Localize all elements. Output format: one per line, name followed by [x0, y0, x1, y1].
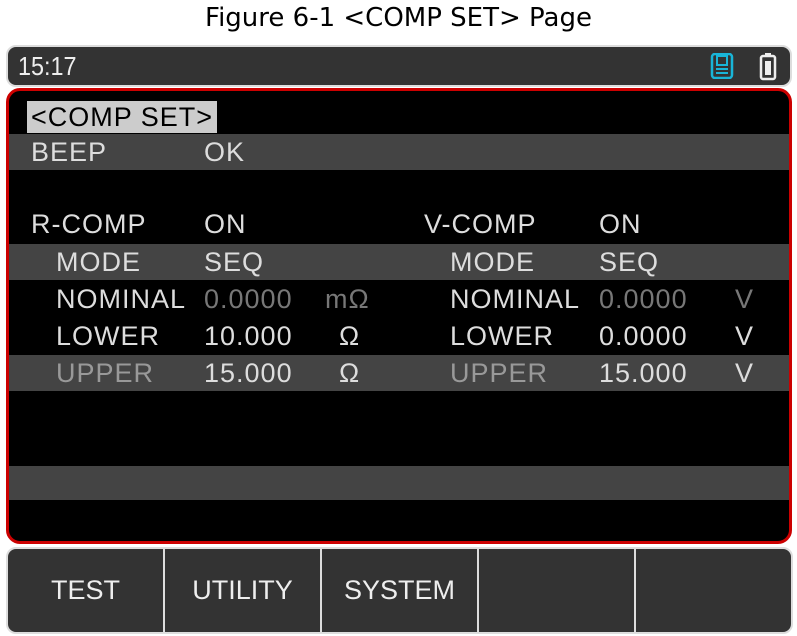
r-mode-label: MODE: [56, 247, 141, 277]
r-nominal-unit: mΩ: [325, 284, 370, 314]
v-lower-label: LOWER: [450, 321, 555, 351]
mode-row[interactable]: MODE SEQ MODE SEQ: [9, 244, 789, 280]
v-nominal-value[interactable]: 0.0000: [599, 283, 688, 315]
r-lower-label: LOWER: [56, 321, 161, 351]
v-lower-value[interactable]: 0.0000: [599, 320, 688, 352]
r-upper-label: UPPER: [56, 358, 155, 388]
empty-row: [9, 466, 789, 500]
v-lower-unit: V: [735, 321, 755, 351]
comp-set-panel: <COMP SET> BEEP OK R-COMP ON V-COMP ON M…: [6, 88, 792, 544]
v-comp-value[interactable]: ON: [599, 208, 642, 240]
beep-row[interactable]: BEEP OK: [9, 134, 789, 170]
v-mode-value[interactable]: SEQ: [599, 246, 659, 278]
nominal-row[interactable]: NOMINAL 0.0000 mΩ NOMINAL 0.0000 V: [9, 281, 789, 317]
beep-label: BEEP: [31, 137, 108, 167]
v-mode-label: MODE: [450, 247, 535, 277]
r-nominal-value[interactable]: 0.0000: [204, 283, 293, 315]
comp-row[interactable]: R-COMP ON V-COMP ON: [9, 206, 789, 242]
r-nominal-label: NOMINAL: [56, 284, 187, 314]
v-upper-value[interactable]: 15.000: [599, 357, 688, 389]
save-disk-icon: [710, 53, 734, 79]
softkey-5[interactable]: [636, 549, 791, 632]
page-title: <COMP SET>: [27, 101, 218, 133]
v-upper-label: UPPER: [450, 358, 549, 388]
softkey-test[interactable]: TEST: [8, 549, 165, 632]
v-nominal-label: NOMINAL: [450, 284, 581, 314]
status-bar: 15:17: [6, 45, 792, 87]
softkey-bar: TEST UTILITY SYSTEM: [6, 547, 793, 634]
r-upper-unit: Ω: [339, 358, 361, 388]
r-comp-label: R-COMP: [31, 209, 147, 239]
v-comp-label: V-COMP: [424, 209, 537, 239]
r-comp-value[interactable]: ON: [204, 208, 247, 240]
upper-row[interactable]: UPPER 15.000 Ω UPPER 15.000 V: [9, 355, 789, 391]
v-upper-unit: V: [735, 358, 755, 388]
r-lower-unit: Ω: [339, 321, 361, 351]
clock: 15:17: [18, 51, 77, 81]
softkey-utility[interactable]: UTILITY: [165, 549, 322, 632]
beep-value[interactable]: OK: [204, 136, 245, 168]
r-mode-value[interactable]: SEQ: [204, 246, 264, 278]
figure-caption: Figure 6-1 <COMP SET> Page: [205, 3, 592, 33]
softkey-4[interactable]: [479, 549, 636, 632]
r-lower-value[interactable]: 10.000: [204, 320, 293, 352]
v-nominal-unit: V: [735, 284, 755, 314]
r-upper-value[interactable]: 15.000: [204, 357, 293, 389]
battery-icon: [759, 53, 777, 81]
softkey-system[interactable]: SYSTEM: [322, 549, 479, 632]
lower-row[interactable]: LOWER 10.000 Ω LOWER 0.0000 V: [9, 318, 789, 354]
